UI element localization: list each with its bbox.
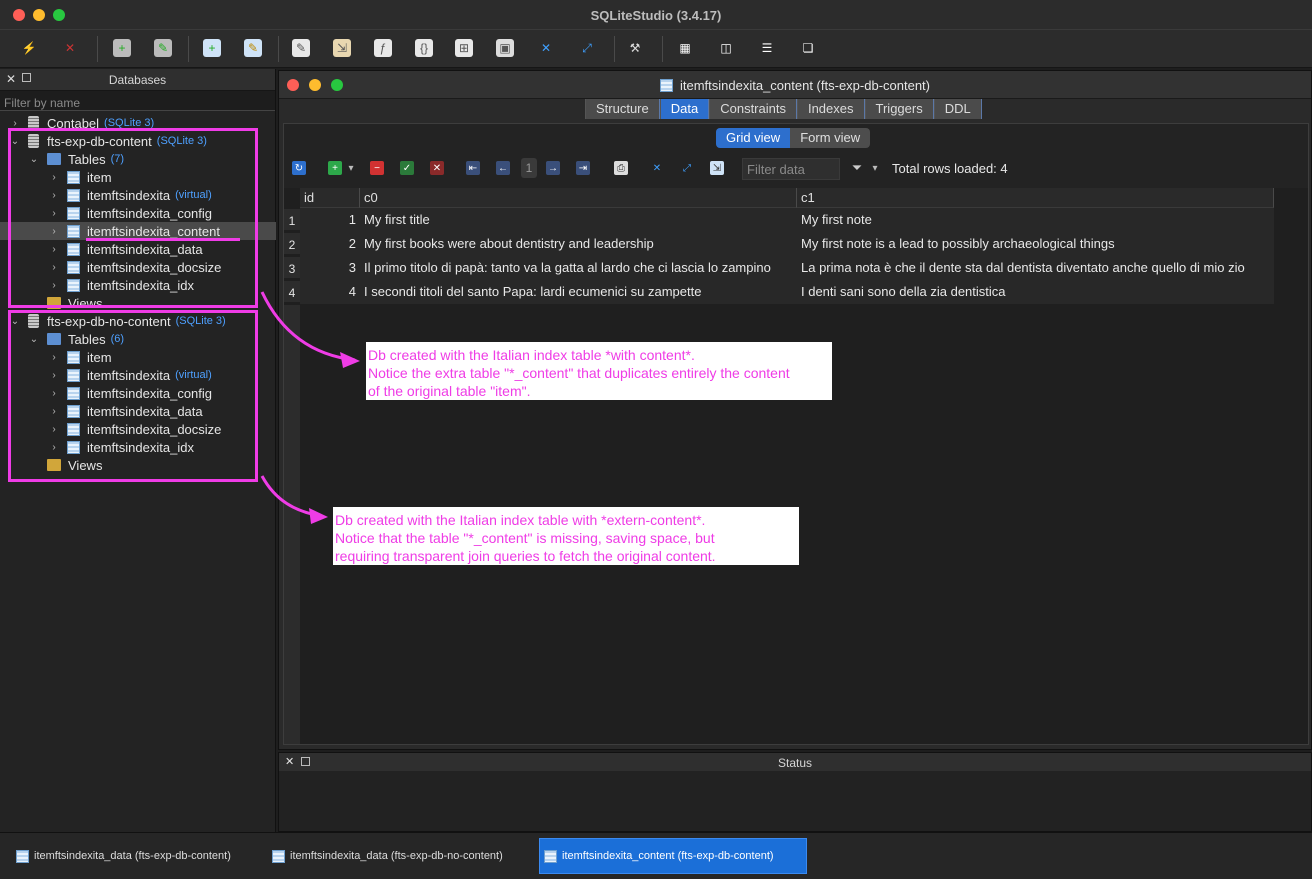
grid-view-button[interactable]: Grid view <box>716 128 791 148</box>
tab-structure[interactable]: Structure <box>585 99 660 119</box>
filter-data-input[interactable]: Filter data <box>742 158 840 180</box>
highlight-box-no-content-db <box>8 310 258 482</box>
tab-indexes[interactable]: Indexes <box>796 99 865 119</box>
table-window: itemftsindexita_content (fts-exp-db-cont… <box>278 70 1312 750</box>
main-toolbar: ⚡ ✕ + ✎ + ✎ ✎ ⇲ ƒ {} ⊞ ▣ ✕ ⤢ ⚒ ▦ ◫ ☰ ❏ <box>0 30 1312 68</box>
expand-columns-icon[interactable]: ⤢ <box>680 161 694 175</box>
insert-row-icon[interactable]: + <box>328 161 342 175</box>
row-number[interactable]: 1 <box>284 209 300 231</box>
row-number[interactable]: 4 <box>284 281 300 303</box>
export-icon[interactable]: ⇲ <box>710 161 724 175</box>
annotation-note-extern-content: Db created with the Italian index table … <box>333 507 799 565</box>
tab-constraints[interactable]: Constraints <box>709 99 797 119</box>
delete-row-icon[interactable]: − <box>370 161 384 175</box>
cell-c1[interactable]: La prima nota è che il dente sta dal den… <box>797 257 1274 279</box>
chevron-right-icon[interactable]: › <box>10 118 20 129</box>
tab-triggers[interactable]: Triggers <box>864 99 934 119</box>
table-window-title: itemftsindexita_content (fts-exp-db-cont… <box>679 78 930 93</box>
rollback-icon[interactable]: ✕ <box>430 161 444 175</box>
edit-table-icon[interactable]: ✎ <box>244 39 262 57</box>
first-page-icon[interactable]: ⇤ <box>466 161 480 175</box>
collation-icon[interactable]: {} <box>415 39 433 57</box>
row-header-strip <box>284 305 300 744</box>
cell-c1[interactable]: I denti sani sono della zia dentistica <box>797 281 1274 303</box>
extension-icon[interactable]: ⊞ <box>455 39 473 57</box>
package-icon[interactable]: ▣ <box>496 39 514 57</box>
form-view-button[interactable]: Form view <box>790 128 871 148</box>
create-table-icon[interactable]: + <box>203 39 221 57</box>
refresh-icon[interactable]: ↻ <box>292 161 306 175</box>
row-number[interactable]: 2 <box>284 233 300 255</box>
commit-icon[interactable]: ✓ <box>400 161 414 175</box>
prev-page-icon[interactable]: ← <box>496 161 510 175</box>
tab-bar: Structure Data Constraints Indexes Trigg… <box>585 99 982 119</box>
grid-toolbar: ↻ + ▾ − ✓ ✕ ⇤ ← 1 → ⇥ ⎙ ✕ ⤢ ⇲ Filter dat… <box>284 154 1308 184</box>
table-icon <box>544 849 557 863</box>
filter-funnel-icon[interactable]: ⏷ <box>850 160 864 175</box>
cell-c0[interactable]: I secondi titoli del santo Papa: lardi e… <box>360 281 797 303</box>
function-icon[interactable]: ƒ <box>374 39 392 57</box>
last-page-icon[interactable]: ⇥ <box>576 161 590 175</box>
total-rows-label: Total rows loaded: 4 <box>892 161 1008 176</box>
row-number[interactable]: 3 <box>284 257 300 279</box>
tile-horizontal-icon[interactable]: ☰ <box>758 39 776 57</box>
cell-id[interactable]: 4 <box>300 281 360 303</box>
column-header-id[interactable]: id <box>300 188 360 208</box>
window-task-bar: itemftsindexita_data (fts-exp-db-content… <box>0 832 1312 879</box>
cascade-windows-icon[interactable]: ❏ <box>799 39 817 57</box>
edit-database-icon[interactable]: ✎ <box>154 39 172 57</box>
view-switcher: Grid view Form view <box>716 128 871 148</box>
status-title: Status <box>777 756 813 770</box>
filter-dropdown-icon[interactable]: ▾ <box>870 161 880 175</box>
collapse-icon[interactable]: ✕ <box>537 39 555 57</box>
table-icon <box>16 849 29 863</box>
page-number[interactable]: 1 <box>521 158 537 178</box>
connect-icon[interactable]: ⚡ <box>20 39 38 57</box>
annotation-note-with-content: Db created with the Italian index table … <box>366 342 832 400</box>
app-title: SQLiteStudio (3.4.17) <box>590 8 722 23</box>
cell-c0[interactable]: My first title <box>360 209 797 231</box>
cell-c1[interactable]: My first note <box>797 209 1274 231</box>
insert-dropdown-icon[interactable]: ▾ <box>346 161 356 175</box>
task-itemftsindexita-content[interactable]: itemftsindexita_content (fts-exp-db-cont… <box>539 838 807 874</box>
settings-wrench-icon[interactable]: ⚒ <box>626 39 644 57</box>
highlight-box-content-db <box>8 128 258 308</box>
disconnect-icon[interactable]: ✕ <box>61 39 79 57</box>
expand-icon[interactable]: ⤢ <box>578 39 596 57</box>
task-itemftsindexita-data-no-content[interactable]: itemftsindexita_data (fts-exp-db-no-cont… <box>268 838 532 874</box>
highlight-underline-content-table <box>86 238 240 241</box>
databases-panel-header: ✕ Databases <box>0 69 275 91</box>
panel-title: Databases <box>108 73 167 87</box>
status-panel-header: ✕ Status <box>279 753 1311 771</box>
cell-c0[interactable]: Il primo titolo di papà: tanto va la gat… <box>360 257 797 279</box>
collapse-columns-icon[interactable]: ✕ <box>650 161 664 175</box>
next-page-icon[interactable]: → <box>546 161 560 175</box>
status-panel: ✕ Status <box>278 752 1312 832</box>
table-window-header: itemftsindexita_content (fts-exp-db-cont… <box>279 71 1311 99</box>
task-itemftsindexita-data-content[interactable]: itemftsindexita_data (fts-exp-db-content… <box>12 838 262 874</box>
cell-c0[interactable]: My first books were about dentistry and … <box>360 233 797 255</box>
column-header-c1[interactable]: c1 <box>797 188 1274 208</box>
cell-id[interactable]: 2 <box>300 233 360 255</box>
print-icon[interactable]: ⎙ <box>614 161 628 175</box>
import-icon[interactable]: ⇲ <box>333 39 351 57</box>
filter-by-name-input[interactable]: Filter by name <box>0 91 275 111</box>
add-database-icon[interactable]: + <box>113 39 131 57</box>
title-bar: SQLiteStudio (3.4.17) <box>0 0 1312 30</box>
tab-data[interactable]: Data <box>659 99 710 119</box>
tile-windows-icon[interactable]: ▦ <box>676 39 694 57</box>
tile-vertical-icon[interactable]: ◫ <box>717 39 735 57</box>
cell-id[interactable]: 1 <box>300 209 360 231</box>
tab-ddl[interactable]: DDL <box>933 99 982 119</box>
table-icon <box>272 849 285 863</box>
column-header-c0[interactable]: c0 <box>360 188 797 208</box>
data-tab-content: Grid view Form view ↻ + ▾ − ✓ ✕ ⇤ ← 1 → … <box>283 123 1309 745</box>
data-grid: id c0 c1 1 1 My first title My first not… <box>284 188 1308 744</box>
cell-c1[interactable]: My first note is a lead to possibly arch… <box>797 233 1274 255</box>
table-icon <box>659 79 673 92</box>
cell-id[interactable]: 3 <box>300 257 360 279</box>
sql-editor-icon[interactable]: ✎ <box>292 39 310 57</box>
